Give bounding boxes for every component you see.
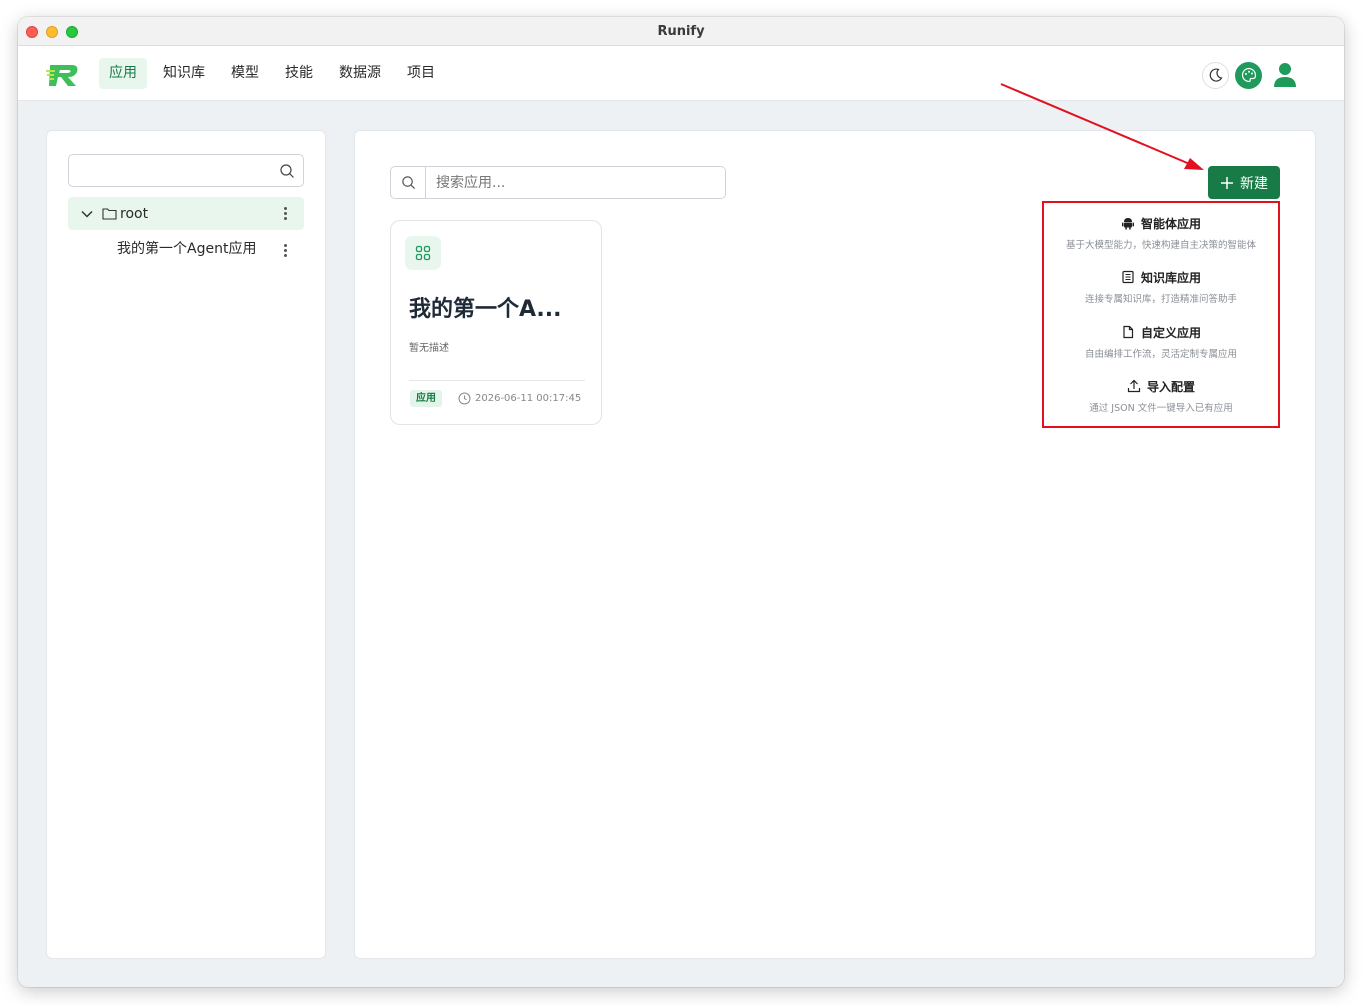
sidebar-search-input[interactable] bbox=[68, 154, 304, 187]
timestamp-text: 2026-06-11 00:17:45 bbox=[475, 393, 582, 404]
tree-item-label: 我的第一个Agent应用 bbox=[117, 241, 257, 257]
app-type-badge: 应用 bbox=[410, 390, 442, 407]
title-bar: Runify bbox=[18, 17, 1344, 46]
theme-toggle-button[interactable] bbox=[1202, 61, 1229, 89]
nav-tab-data-sources[interactable]: 数据源 bbox=[329, 58, 391, 89]
more-options-icon[interactable] bbox=[284, 207, 288, 222]
folder-icon bbox=[102, 208, 117, 220]
app-search-input[interactable] bbox=[426, 167, 716, 198]
palette-button[interactable] bbox=[1235, 61, 1262, 89]
runify-logo[interactable] bbox=[46, 59, 80, 89]
menu-item-description: 自由编排工作流，灵活定制专属应用 bbox=[1084, 349, 1237, 360]
more-options-icon[interactable] bbox=[284, 244, 288, 259]
moon-icon bbox=[1209, 68, 1222, 82]
nav-tab-skills[interactable]: 技能 bbox=[275, 58, 323, 89]
window-title: Runify bbox=[657, 24, 705, 39]
upload-icon bbox=[1127, 379, 1141, 393]
app-search-box bbox=[390, 166, 726, 199]
user-avatar-icon[interactable] bbox=[1268, 60, 1302, 90]
app-card-title: 我的第一个A... bbox=[409, 297, 562, 322]
tree-root-label: root bbox=[120, 205, 149, 222]
menu-item-title: 自定义应用 bbox=[1140, 325, 1201, 340]
file-icon bbox=[1123, 325, 1134, 339]
menu-item-title: 智能体应用 bbox=[1140, 216, 1201, 231]
menu-item-custom-app[interactable]: 自定义应用 自由编排工作流，灵活定制专属应用 bbox=[1044, 324, 1278, 361]
nav-tab-models[interactable]: 模型 bbox=[221, 58, 269, 89]
android-icon bbox=[1121, 218, 1134, 230]
app-window: Runify 应用 知识库 模型 技能 数据源 项目 root 我的第一个Age… bbox=[18, 17, 1344, 987]
tree-item-agent-app[interactable]: 我的第一个Agent应用 bbox=[68, 234, 304, 264]
chevron-down-icon[interactable] bbox=[80, 207, 94, 221]
menu-item-description: 连接专属知识库，打造精准问答助手 bbox=[1084, 294, 1237, 305]
menu-item-description: 基于大模型能力，快速构建自主决策的智能体 bbox=[1065, 240, 1256, 251]
menu-item-title: 导入配置 bbox=[1146, 379, 1195, 394]
menu-item-knowledge-app[interactable]: 知识库应用 连接专属知识库，打造精准问答助手 bbox=[1044, 269, 1278, 306]
new-app-dropdown-menu: 智能体应用 基于大模型能力，快速构建自主决策的智能体 知识库应用 连接专属知识库… bbox=[1042, 201, 1280, 428]
menu-item-description: 通过 JSON 文件一键导入已有应用 bbox=[1089, 403, 1233, 414]
app-card-description: 暂无描述 bbox=[409, 343, 449, 354]
clock-icon bbox=[458, 392, 471, 405]
nav-tab-projects[interactable]: 项目 bbox=[397, 58, 445, 89]
menu-item-import-config[interactable]: 导入配置 通过 JSON 文件一键导入已有应用 bbox=[1044, 378, 1278, 415]
app-card-timestamp: 2026-06-11 00:17:45 bbox=[458, 390, 581, 407]
top-navigation-bar: 应用 知识库 模型 技能 数据源 项目 bbox=[18, 46, 1344, 101]
document-list-icon bbox=[1122, 270, 1134, 284]
app-card[interactable]: 我的第一个A... 暂无描述 应用 2026-06-11 00:17:45 bbox=[390, 220, 602, 425]
menu-item-title: 知识库应用 bbox=[1140, 270, 1201, 285]
tree-folder-root[interactable]: root bbox=[68, 197, 304, 230]
menu-item-agent-app[interactable]: 智能体应用 基于大模型能力，快速构建自主决策的智能体 bbox=[1044, 215, 1278, 252]
header-actions bbox=[1202, 60, 1302, 90]
search-icon bbox=[391, 167, 426, 198]
nav-tab-knowledge-base[interactable]: 知识库 bbox=[153, 58, 215, 89]
main-nav: 应用 知识库 模型 技能 数据源 项目 bbox=[99, 58, 445, 89]
grid-apps-icon bbox=[405, 236, 441, 270]
nav-tab-apps[interactable]: 应用 bbox=[99, 58, 147, 89]
palette-icon bbox=[1241, 67, 1256, 83]
new-app-button-label: 新建 bbox=[1240, 175, 1268, 192]
plus-icon bbox=[1221, 176, 1233, 189]
sidebar: root 我的第一个Agent应用 bbox=[46, 130, 326, 959]
new-app-button[interactable]: 新建 bbox=[1208, 166, 1280, 199]
card-divider bbox=[409, 380, 585, 381]
search-icon bbox=[280, 164, 294, 178]
